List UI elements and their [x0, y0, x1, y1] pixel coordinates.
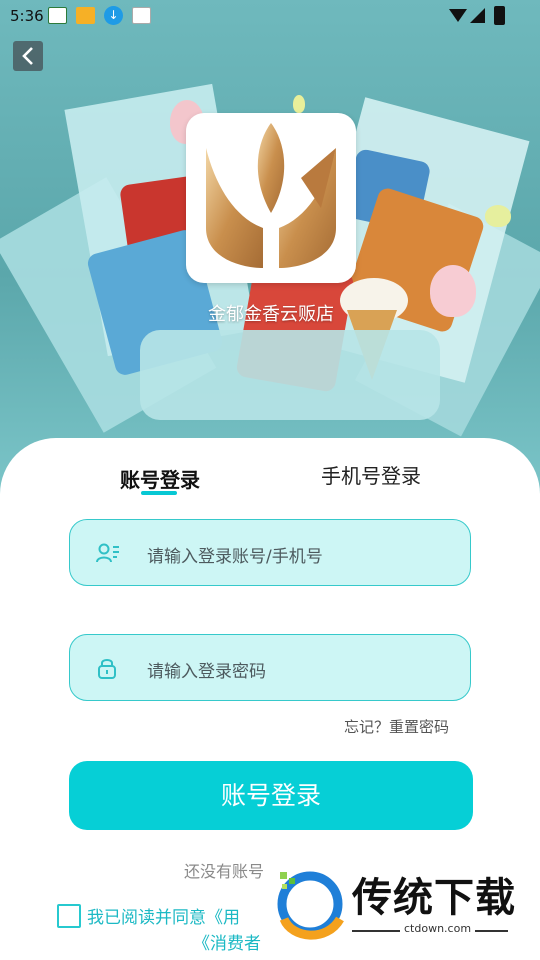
chevron-left-icon — [22, 47, 33, 65]
watermark: 传统下载 ctdown.com — [270, 860, 540, 960]
account-placeholder: 请输入登录账号/手机号 — [147, 547, 323, 567]
notification-app-icon — [132, 7, 151, 24]
forgot-password-link[interactable]: 忘记？重置密码 — [344, 716, 449, 737]
tab-phone-login[interactable]: 手机号登录 — [321, 460, 421, 489]
active-tab-indicator — [141, 491, 177, 495]
agreement-text-line2[interactable]: 《消费者 — [193, 929, 261, 954]
status-time: 5:36 — [10, 7, 44, 25]
agreement-text[interactable]: 我已阅读并同意《用 — [87, 903, 240, 928]
account-input[interactable]: 请输入登录账号/手机号 — [69, 519, 471, 586]
watermark-url: ctdown.com — [400, 922, 476, 935]
watermark-logo-icon — [277, 871, 344, 940]
tulip-flower — [293, 95, 305, 113]
wifi-icon — [449, 9, 467, 22]
watermark-title: 传统下载 — [352, 875, 516, 921]
tab-account-login[interactable]: 账号登录 — [120, 464, 200, 493]
tulip-flower — [430, 265, 476, 317]
download-icon: ↓ — [104, 6, 123, 25]
tulip-flower — [485, 205, 511, 227]
battery-icon — [494, 6, 505, 25]
register-hint[interactable]: 还没有账号 — [184, 858, 264, 882]
wrapping-paper — [140, 330, 440, 420]
tulip-logo-icon — [206, 123, 336, 268]
status-bar: 5:36 ↓ — [0, 0, 540, 32]
notification-app-icon — [76, 7, 95, 24]
signal-icon — [470, 8, 485, 23]
lock-icon — [98, 659, 116, 679]
user-icon — [96, 543, 119, 563]
notification-app-icon — [48, 7, 67, 24]
login-button[interactable]: 账号登录 — [69, 761, 473, 830]
app-logo — [186, 113, 356, 283]
password-input[interactable]: 请输入登录密码 — [69, 634, 471, 701]
agreement-checkbox[interactable] — [57, 904, 81, 928]
password-placeholder: 请输入登录密码 — [147, 662, 266, 682]
back-button[interactable] — [13, 41, 43, 71]
shop-name: 金郁金香云贩店 — [208, 304, 334, 325]
